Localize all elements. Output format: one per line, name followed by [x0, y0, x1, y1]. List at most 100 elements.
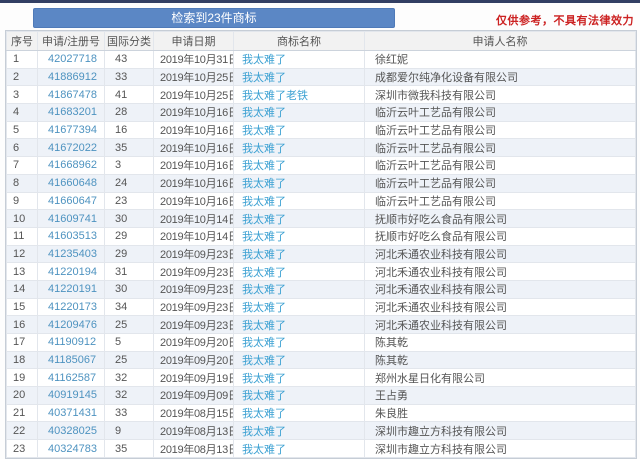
trademark-name-link[interactable]: 我太难了老铁	[234, 86, 365, 104]
trademark-name-link[interactable]: 我太难了	[234, 157, 365, 175]
application-number-link-text[interactable]: 41672022	[48, 142, 97, 154]
trademark-name-link-text[interactable]: 我太难了	[242, 373, 286, 385]
applicant-name: 徐红妮	[365, 51, 636, 69]
trademark-name-link-text[interactable]: 我太难了	[242, 160, 286, 172]
trademark-name-link-text[interactable]: 我太难了	[242, 408, 286, 420]
application-number-link[interactable]: 41672022	[38, 139, 105, 157]
trademark-name-link[interactable]: 我太难了	[234, 245, 365, 263]
trademark-name-link[interactable]: 我太难了	[234, 51, 365, 69]
trademark-name-link[interactable]: 我太难了	[234, 68, 365, 86]
trademark-name-link[interactable]: 我太难了	[234, 334, 365, 352]
trademark-name-link-text[interactable]: 我太难了	[242, 196, 286, 208]
application-number-link-text[interactable]: 41668962	[48, 159, 97, 171]
intl-class: 35	[105, 139, 154, 157]
application-number-link[interactable]: 40919145	[38, 387, 105, 405]
application-number-link-text[interactable]: 41220191	[48, 283, 97, 295]
trademark-name-link[interactable]: 我太难了	[234, 404, 365, 422]
trademark-name-link-text[interactable]: 我太难了老铁	[242, 90, 308, 102]
application-number-link[interactable]: 41220173	[38, 298, 105, 316]
application-number-link[interactable]: 41683201	[38, 104, 105, 122]
application-number-link[interactable]: 41220191	[38, 280, 105, 298]
application-number-link-text[interactable]: 40324783	[48, 443, 97, 455]
trademark-name-link[interactable]: 我太难了	[234, 422, 365, 440]
trademark-name-link-text[interactable]: 我太难了	[242, 72, 286, 84]
applicant-name: 河北禾通农业科技有限公司	[365, 245, 636, 263]
trademark-name-link[interactable]: 我太难了	[234, 192, 365, 210]
trademark-name-link[interactable]: 我太难了	[234, 139, 365, 157]
trademark-name-link[interactable]: 我太难了	[234, 369, 365, 387]
trademark-name-link[interactable]: 我太难了	[234, 351, 365, 369]
application-number-link[interactable]: 40371431	[38, 404, 105, 422]
trademark-name-link-text[interactable]: 我太难了	[242, 231, 286, 243]
application-number-link[interactable]: 41886912	[38, 68, 105, 86]
trademark-name-link[interactable]: 我太难了	[234, 227, 365, 245]
trademark-name-link-text[interactable]: 我太难了	[242, 249, 286, 261]
results-tbody: 142027718432019年10月31日我太难了徐红妮24188691233…	[7, 51, 636, 458]
trademark-name-link-text[interactable]: 我太难了	[242, 390, 286, 402]
result-count-banner[interactable]: 检索到23件商标	[33, 8, 395, 28]
application-number-link[interactable]: 42027718	[38, 51, 105, 69]
row-no: 12	[7, 245, 38, 263]
application-number-link[interactable]: 41660648	[38, 174, 105, 192]
trademark-name-link-text[interactable]: 我太难了	[242, 143, 286, 155]
trademark-name-link-text[interactable]: 我太难了	[242, 178, 286, 190]
application-number-link-text[interactable]: 41235403	[48, 248, 97, 260]
application-number-link[interactable]: 41677394	[38, 121, 105, 139]
trademark-name-link[interactable]: 我太难了	[234, 440, 365, 458]
application-number-link-text[interactable]: 42027718	[48, 53, 97, 65]
trademark-name-link-text[interactable]: 我太难了	[242, 214, 286, 226]
application-number-link[interactable]: 41190912	[38, 334, 105, 352]
application-number-link-text[interactable]: 41209476	[48, 319, 97, 331]
trademark-name-link-text[interactable]: 我太难了	[242, 426, 286, 438]
trademark-name-link-text[interactable]: 我太难了	[242, 444, 286, 456]
trademark-name-link-text[interactable]: 我太难了	[242, 337, 286, 349]
application-number-link-text[interactable]: 40919145	[48, 389, 97, 401]
application-number-link-text[interactable]: 41162587	[48, 372, 96, 384]
application-number-link-text[interactable]: 40328025	[48, 425, 97, 437]
application-number-link[interactable]: 41660647	[38, 192, 105, 210]
trademark-name-link-text[interactable]: 我太难了	[242, 107, 286, 119]
trademark-name-link[interactable]: 我太难了	[234, 280, 365, 298]
application-number-link[interactable]: 41609741	[38, 210, 105, 228]
intl-class: 31	[105, 263, 154, 281]
application-number-link-text[interactable]: 41660648	[48, 177, 97, 189]
trademark-name-link-text[interactable]: 我太难了	[242, 267, 286, 279]
trademark-name-link[interactable]: 我太难了	[234, 121, 365, 139]
application-number-link[interactable]: 41235403	[38, 245, 105, 263]
application-number-link[interactable]: 41603513	[38, 227, 105, 245]
application-number-link[interactable]: 41162587	[38, 369, 105, 387]
application-number-link-text[interactable]: 40371431	[48, 407, 97, 419]
intl-class: 33	[105, 404, 154, 422]
trademark-name-link-text[interactable]: 我太难了	[242, 355, 286, 367]
application-number-link-text[interactable]: 41190912	[48, 336, 96, 348]
trademark-name-link[interactable]: 我太难了	[234, 263, 365, 281]
application-number-link[interactable]: 41668962	[38, 157, 105, 175]
application-number-link-text[interactable]: 41185067	[48, 354, 96, 366]
application-number-link-text[interactable]: 41220194	[48, 266, 97, 278]
application-number-link[interactable]: 41867478	[38, 86, 105, 104]
application-number-link[interactable]: 41209476	[38, 316, 105, 334]
trademark-name-link[interactable]: 我太难了	[234, 104, 365, 122]
trademark-name-link[interactable]: 我太难了	[234, 298, 365, 316]
application-number-link-text[interactable]: 41886912	[48, 71, 97, 83]
application-number-link-text[interactable]: 41609741	[48, 213, 97, 225]
application-number-link[interactable]: 41220194	[38, 263, 105, 281]
application-number-link[interactable]: 40324783	[38, 440, 105, 458]
trademark-name-link[interactable]: 我太难了	[234, 210, 365, 228]
application-number-link-text[interactable]: 41660647	[48, 195, 97, 207]
application-number-link-text[interactable]: 41867478	[48, 89, 97, 101]
application-number-link-text[interactable]: 41677394	[48, 124, 97, 136]
trademark-name-link-text[interactable]: 我太难了	[242, 284, 286, 296]
trademark-name-link[interactable]: 我太难了	[234, 316, 365, 334]
trademark-name-link[interactable]: 我太难了	[234, 174, 365, 192]
application-number-link[interactable]: 40328025	[38, 422, 105, 440]
application-number-link-text[interactable]: 41683201	[48, 106, 97, 118]
application-number-link-text[interactable]: 41220173	[48, 301, 97, 313]
trademark-name-link-text[interactable]: 我太难了	[242, 302, 286, 314]
application-number-link[interactable]: 41185067	[38, 351, 105, 369]
trademark-name-link[interactable]: 我太难了	[234, 387, 365, 405]
trademark-name-link-text[interactable]: 我太难了	[242, 125, 286, 137]
application-number-link-text[interactable]: 41603513	[48, 230, 97, 242]
trademark-name-link-text[interactable]: 我太难了	[242, 54, 286, 66]
trademark-name-link-text[interactable]: 我太难了	[242, 320, 286, 332]
